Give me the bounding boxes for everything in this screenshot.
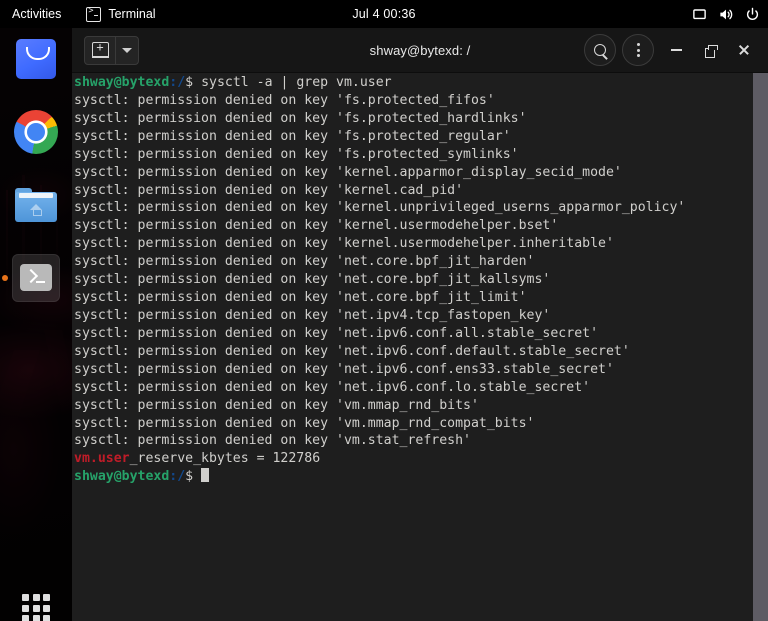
terminal-window: shway@bytexd: / shway@b xyxy=(72,28,768,621)
titlebar-controls xyxy=(584,34,760,66)
terminal-body[interactable]: shway@bytexd:/$ sysctl -a | grep vm.user… xyxy=(72,73,768,621)
restore-button[interactable] xyxy=(694,35,726,65)
search-icon xyxy=(594,44,606,56)
gnome-top-bar: Activities Terminal Jul 4 00:36 xyxy=(0,0,768,28)
show-applications-button[interactable] xyxy=(12,584,60,621)
terminal-icon xyxy=(86,7,101,22)
dock-item-terminal[interactable] xyxy=(12,254,60,302)
minimize-icon xyxy=(671,49,682,51)
ubuntu-software-icon xyxy=(16,39,56,79)
new-tab-button[interactable] xyxy=(85,37,115,64)
kebab-menu-icon xyxy=(637,43,640,57)
close-button[interactable] xyxy=(728,35,760,65)
new-tab-icon xyxy=(92,42,109,58)
terminal-titlebar: shway@bytexd: / xyxy=(72,28,768,73)
app-menu-label: Terminal xyxy=(108,0,155,28)
desktop-screen: Activities Terminal Jul 4 00:36 xyxy=(0,0,768,621)
dock xyxy=(0,28,72,621)
files-icon xyxy=(15,188,57,222)
minimize-button[interactable] xyxy=(660,35,692,65)
new-tab-dropdown-button[interactable] xyxy=(115,37,138,64)
system-status-area[interactable] xyxy=(692,7,760,22)
activities-button[interactable]: Activities xyxy=(0,0,71,28)
chevron-down-icon xyxy=(122,48,132,53)
dock-item-google-chrome[interactable] xyxy=(12,108,60,156)
display-icon xyxy=(692,7,707,22)
terminal-icon xyxy=(20,264,52,291)
dock-item-ubuntu-software[interactable] xyxy=(12,35,60,83)
power-icon xyxy=(745,7,760,22)
app-menu-terminal[interactable]: Terminal xyxy=(77,0,164,28)
close-icon xyxy=(738,44,750,56)
clock[interactable]: Jul 4 00:36 xyxy=(352,7,415,21)
chrome-icon xyxy=(14,110,58,154)
restore-icon xyxy=(705,45,716,56)
terminal-scrollbar[interactable] xyxy=(753,73,768,621)
dock-item-files[interactable] xyxy=(12,181,60,229)
search-button[interactable] xyxy=(584,34,616,66)
volume-icon xyxy=(718,7,734,22)
new-tab-button-group xyxy=(84,36,139,65)
terminal-output: shway@bytexd:/$ sysctl -a | grep vm.user… xyxy=(74,74,752,486)
menu-button[interactable] xyxy=(622,34,654,66)
